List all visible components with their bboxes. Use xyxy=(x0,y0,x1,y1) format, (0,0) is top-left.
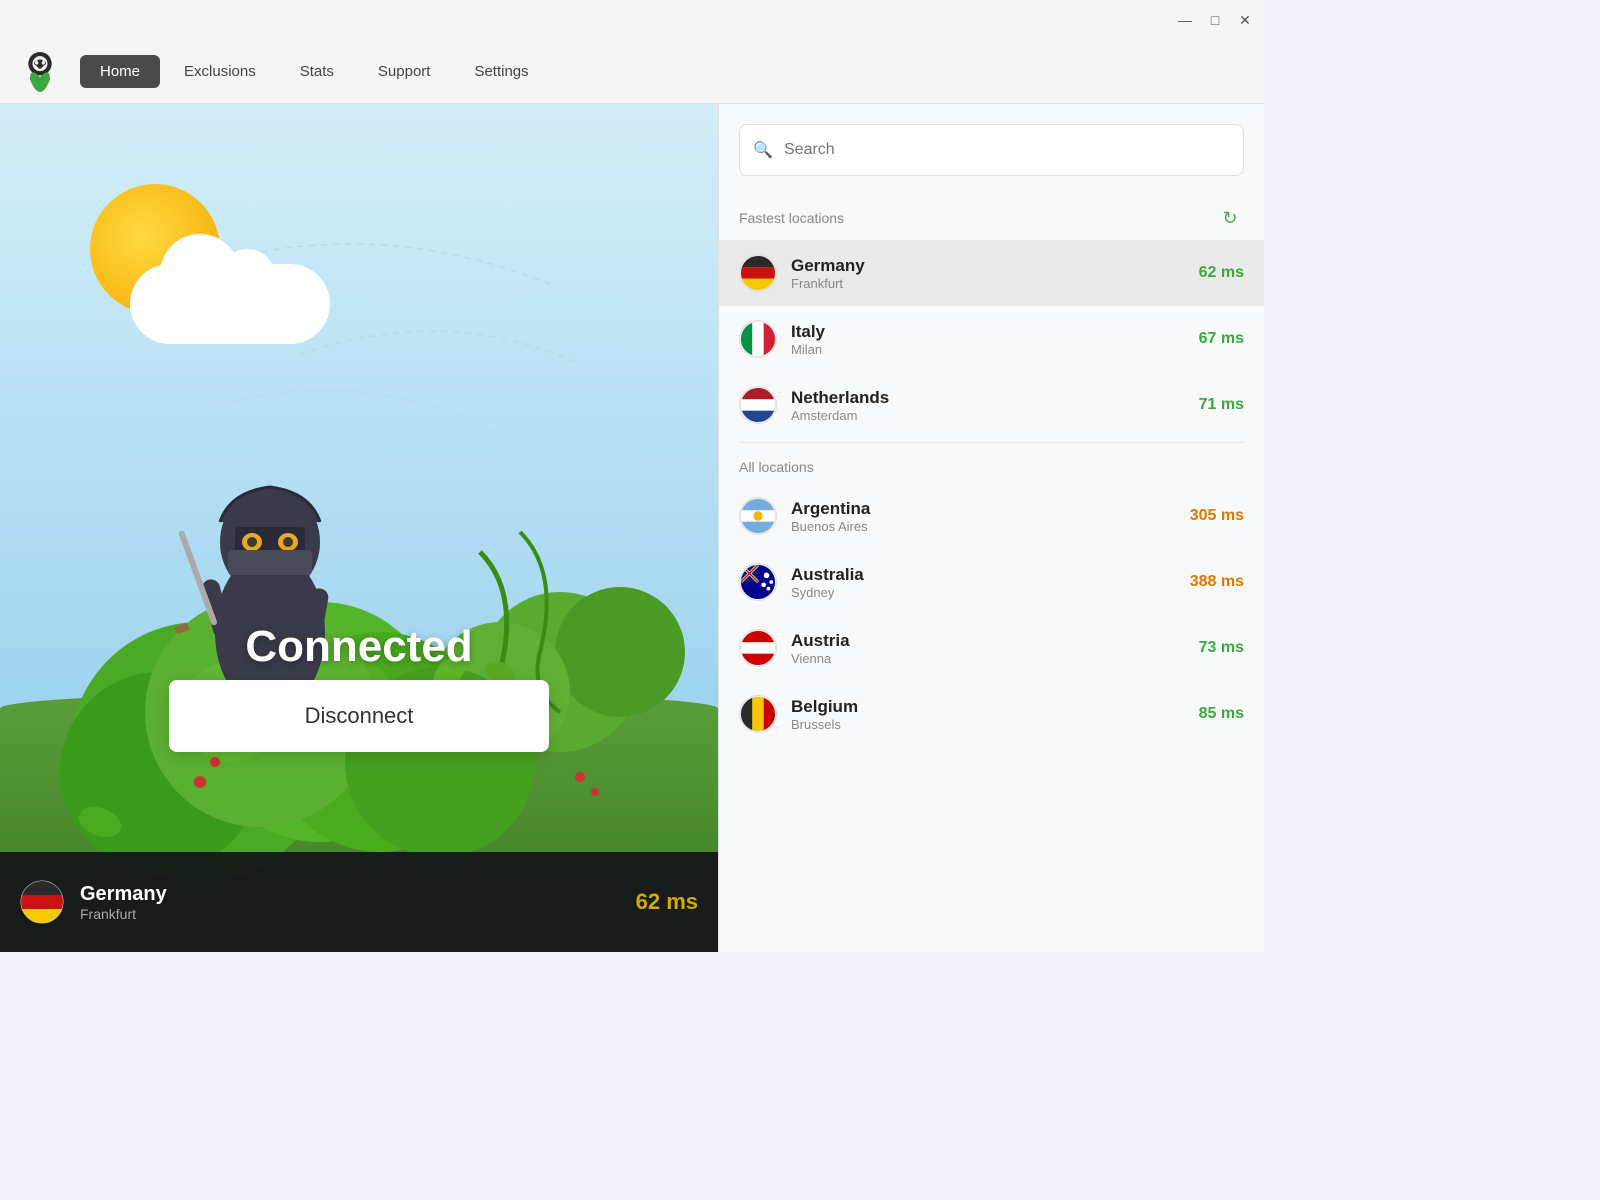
germany-info: Germany Frankfurt xyxy=(791,256,1185,291)
germany-latency: 62 ms xyxy=(1199,264,1244,282)
status-flag xyxy=(20,880,64,924)
right-panel: 🔍 Fastest locations ↻ xyxy=(718,104,1264,952)
australia-city: Sydney xyxy=(791,585,1176,600)
germany-city: Frankfurt xyxy=(791,276,1185,291)
netherlands-country: Netherlands xyxy=(791,388,1185,408)
nav-home[interactable]: Home xyxy=(80,55,160,88)
status-latency: 62 ms xyxy=(636,889,698,915)
netherlands-latency: 71 ms xyxy=(1199,396,1244,414)
austria-info: Austria Vienna xyxy=(791,631,1185,666)
belgium-city: Brussels xyxy=(791,717,1185,732)
location-item-argentina[interactable]: Argentina Buenos Aires 305 ms xyxy=(719,483,1264,549)
nav-stats[interactable]: Stats xyxy=(280,55,354,88)
section-divider xyxy=(739,442,1244,443)
all-locations-title: All locations xyxy=(739,459,814,475)
germany-country: Germany xyxy=(791,256,1185,276)
maximize-button[interactable]: □ xyxy=(1208,13,1222,27)
status-info: Germany Frankfurt xyxy=(80,883,620,922)
netherlands-info: Netherlands Amsterdam xyxy=(791,388,1185,423)
location-item-netherlands[interactable]: Netherlands Amsterdam 71 ms xyxy=(719,372,1264,438)
germany-flag xyxy=(739,254,777,292)
italy-info: Italy Milan xyxy=(791,322,1185,357)
argentina-latency: 305 ms xyxy=(1190,507,1244,525)
minimize-button[interactable]: — xyxy=(1178,13,1192,27)
status-bar: Germany Frankfurt 62 ms xyxy=(0,852,718,952)
austria-latency: 73 ms xyxy=(1199,639,1244,657)
refresh-button[interactable]: ↻ xyxy=(1216,204,1244,232)
netherlands-flag xyxy=(739,386,777,424)
fastest-locations-title: Fastest locations xyxy=(739,210,844,226)
nav-settings[interactable]: Settings xyxy=(454,55,548,88)
location-item-austria[interactable]: Austria Vienna 73 ms xyxy=(719,615,1264,681)
australia-latency: 388 ms xyxy=(1190,573,1244,591)
status-city: Frankfurt xyxy=(80,906,620,922)
location-item-belgium[interactable]: Belgium Brussels 85 ms xyxy=(719,681,1264,747)
search-icon: 🔍 xyxy=(753,140,773,160)
search-bar: 🔍 xyxy=(739,124,1244,176)
titlebar: — □ ✕ xyxy=(0,0,1264,40)
nav-support[interactable]: Support xyxy=(358,55,451,88)
cloud-illustration xyxy=(130,264,330,344)
italy-latency: 67 ms xyxy=(1199,330,1244,348)
italy-city: Milan xyxy=(791,342,1185,357)
location-item-australia[interactable]: Australia Sydney 388 ms xyxy=(719,549,1264,615)
austria-flag xyxy=(739,629,777,667)
belgium-country: Belgium xyxy=(791,697,1185,717)
italy-flag xyxy=(739,320,777,358)
belgium-flag xyxy=(739,695,777,733)
australia-info: Australia Sydney xyxy=(791,565,1176,600)
argentina-country: Argentina xyxy=(791,499,1176,519)
australia-flag xyxy=(739,563,777,601)
close-button[interactable]: ✕ xyxy=(1238,13,1252,27)
australia-country: Australia xyxy=(791,565,1176,585)
navbar: Home Exclusions Stats Support Settings xyxy=(0,40,1264,104)
italy-country: Italy xyxy=(791,322,1185,342)
austria-city: Vienna xyxy=(791,651,1185,666)
status-country: Germany xyxy=(80,883,620,906)
belgium-info: Belgium Brussels xyxy=(791,697,1185,732)
location-item-italy[interactable]: Italy Milan 67 ms xyxy=(719,306,1264,372)
app-logo xyxy=(16,48,64,96)
argentina-city: Buenos Aires xyxy=(791,519,1176,534)
belgium-latency: 85 ms xyxy=(1199,705,1244,723)
netherlands-city: Amsterdam xyxy=(791,408,1185,423)
all-locations-header: All locations xyxy=(719,447,1264,483)
locations-list: Fastest locations ↻ Germany Frankfur xyxy=(719,184,1264,952)
disconnect-button[interactable]: Disconnect xyxy=(169,680,549,752)
fastest-locations-header: Fastest locations ↻ xyxy=(719,192,1264,240)
argentina-info: Argentina Buenos Aires xyxy=(791,499,1176,534)
nav-exclusions[interactable]: Exclusions xyxy=(164,55,276,88)
main-content: Connected Disconnect Germany Frank xyxy=(0,104,1264,952)
argentina-flag xyxy=(739,497,777,535)
connection-status: Connected xyxy=(245,622,472,672)
austria-country: Austria xyxy=(791,631,1185,651)
left-panel: Connected Disconnect Germany Frank xyxy=(0,104,718,952)
search-input[interactable] xyxy=(739,124,1244,176)
location-item-germany-fast[interactable]: Germany Frankfurt 62 ms xyxy=(719,240,1264,306)
